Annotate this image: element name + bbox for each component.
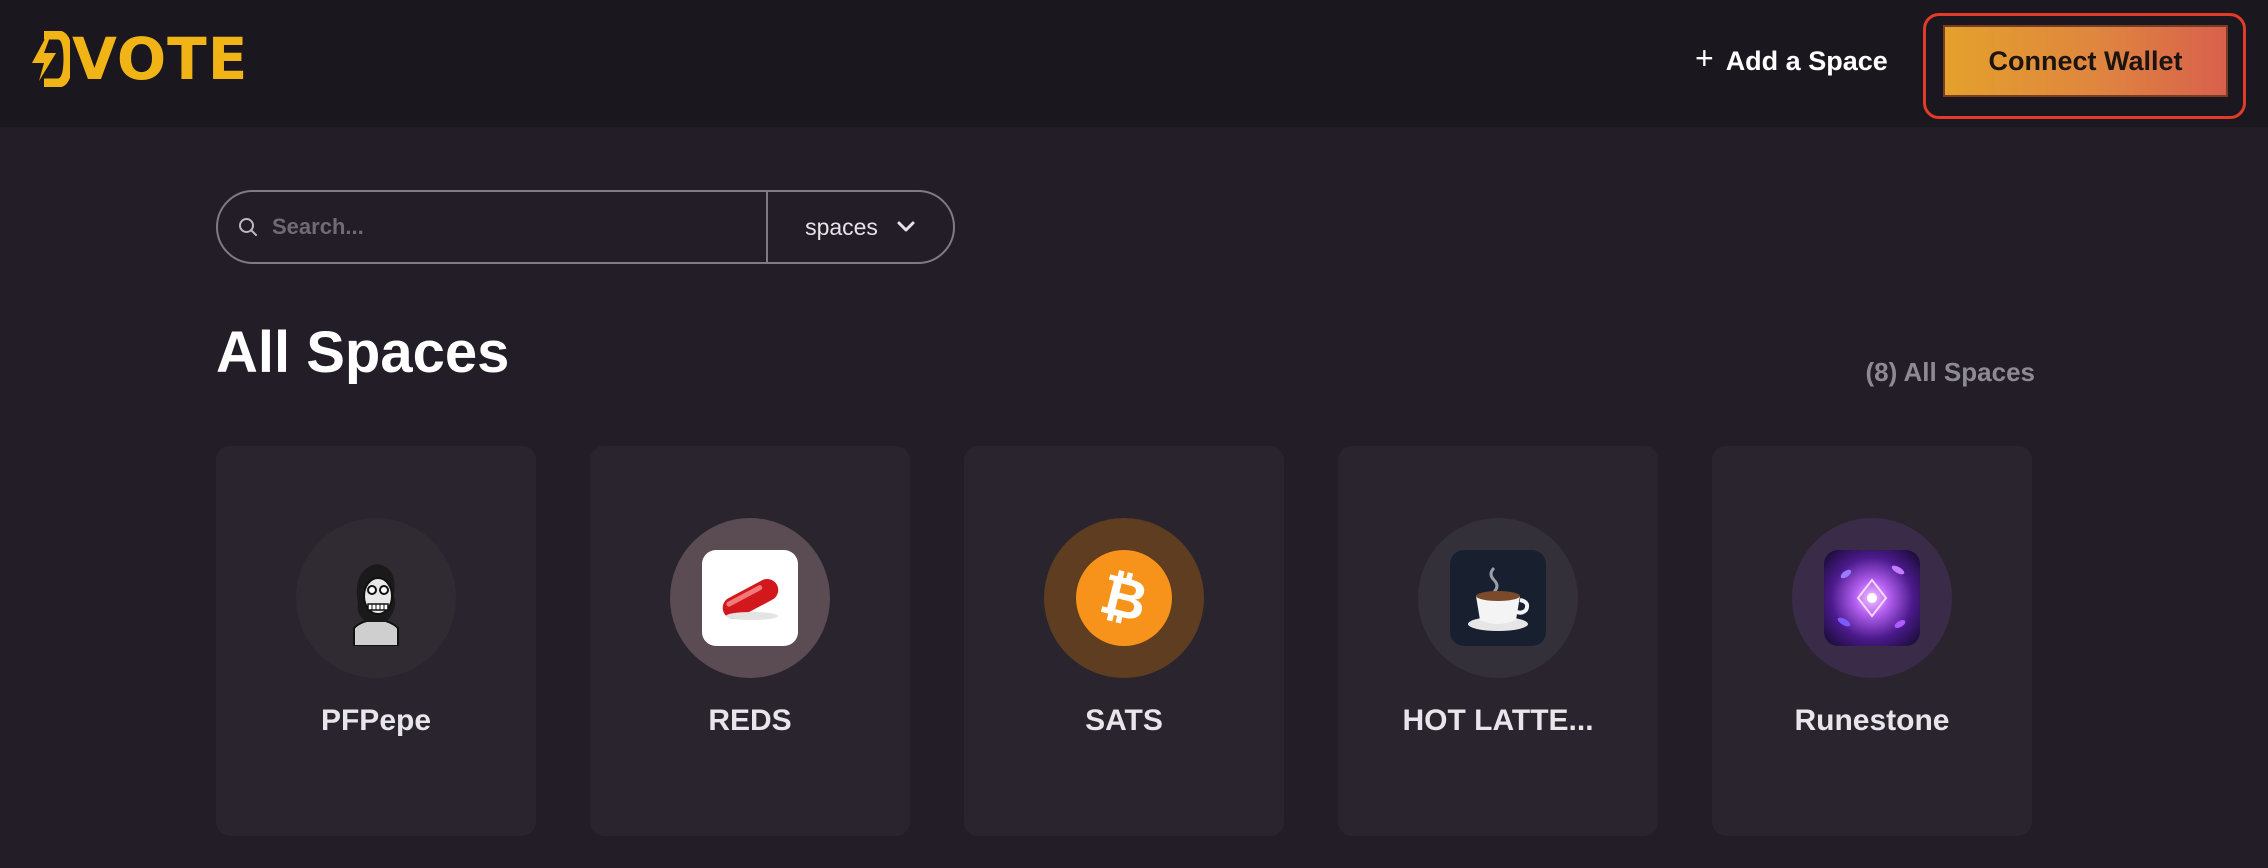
search-icon bbox=[239, 218, 257, 236]
search-input[interactable] bbox=[272, 214, 752, 240]
space-card[interactable]: ₿ SATS bbox=[964, 446, 1284, 836]
page-title: All Spaces bbox=[216, 320, 510, 385]
space-avatar bbox=[670, 518, 830, 678]
chevron-down-icon bbox=[897, 221, 915, 232]
pepe-avatar-icon bbox=[353, 564, 399, 646]
logo-text: VOTE bbox=[72, 25, 249, 93]
logo[interactable]: VOTE bbox=[30, 30, 248, 88]
top-header: VOTE + Add a Space Connect Wallet bbox=[0, 0, 2268, 127]
space-avatar bbox=[1418, 518, 1578, 678]
plus-icon: + bbox=[1695, 40, 1714, 76]
space-avatar bbox=[296, 518, 456, 678]
space-card[interactable]: HOT LATTE... bbox=[1338, 446, 1658, 836]
search-scope-select[interactable]: spaces bbox=[768, 192, 953, 262]
space-card[interactable]: Runestone bbox=[1712, 446, 2032, 836]
space-avatar-image bbox=[1450, 550, 1546, 646]
coffee-cup-icon bbox=[1468, 566, 1530, 631]
add-space-button[interactable]: + Add a Space bbox=[1695, 38, 1888, 84]
space-avatar: ₿ bbox=[1044, 518, 1204, 678]
search-bar: spaces bbox=[216, 190, 955, 264]
connect-wallet-button[interactable]: Connect Wallet bbox=[1943, 25, 2228, 97]
space-name: REDS bbox=[708, 704, 792, 737]
space-card[interactable]: PFPepe bbox=[216, 446, 536, 836]
space-name: HOT LATTE... bbox=[1402, 704, 1594, 737]
space-card[interactable]: REDS bbox=[590, 446, 910, 836]
space-name: SATS bbox=[1085, 704, 1163, 737]
search-field[interactable] bbox=[218, 192, 768, 262]
red-pill-icon bbox=[722, 578, 779, 620]
lightning-d-logo-icon bbox=[32, 31, 70, 87]
space-avatar bbox=[1792, 518, 1952, 678]
space-avatar-image bbox=[1824, 550, 1920, 646]
search-scope-value: spaces bbox=[805, 213, 878, 240]
space-avatar-image bbox=[702, 550, 798, 646]
space-name: PFPepe bbox=[320, 704, 432, 737]
add-space-label: Add a Space bbox=[1725, 45, 1888, 76]
bitcoin-icon: ₿ bbox=[1076, 550, 1172, 646]
runestone-galaxy-icon bbox=[1837, 565, 1906, 628]
spaces-count: (8) All Spaces bbox=[1865, 357, 2035, 387]
spaces-grid: PFPepe REDS ₿ SATS HOT LATTE... Runeston… bbox=[216, 446, 2032, 836]
space-name: Runestone bbox=[1794, 704, 1950, 737]
